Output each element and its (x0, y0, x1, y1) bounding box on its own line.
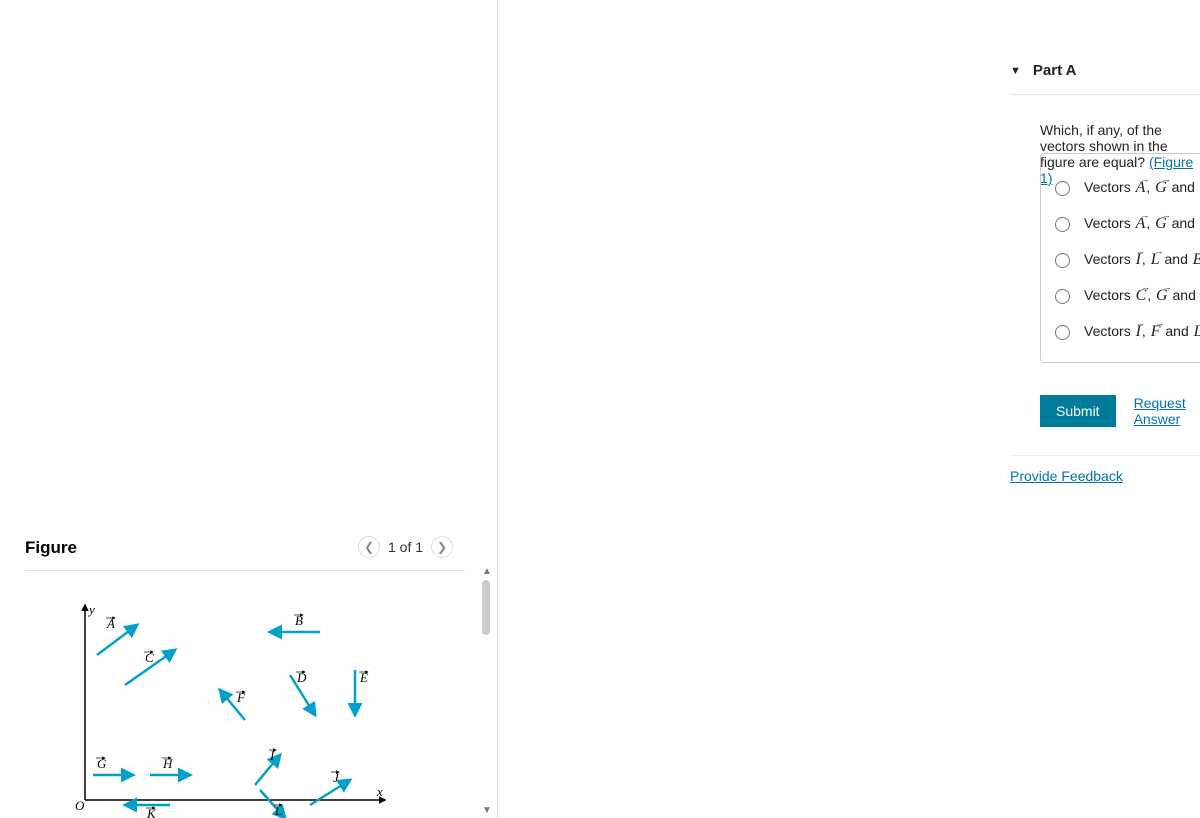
part-header[interactable]: ▼ Part A (1010, 62, 1200, 95)
svg-text:x: x (376, 784, 383, 799)
vector-label: I→ (1135, 251, 1142, 269)
option-text: Vectors A→, G→ and J→ are all equal to o… (1084, 215, 1200, 233)
vector-label: L→ (1150, 251, 1161, 269)
option-row[interactable]: Vectors A→, G→ and B→ are all equal to o… (1055, 170, 1200, 206)
submit-button[interactable]: Submit (1040, 395, 1116, 427)
panel-divider (497, 0, 498, 818)
part-title: Part A (1033, 62, 1077, 79)
option-radio[interactable] (1055, 253, 1070, 268)
vector-label: G→ (1154, 179, 1168, 197)
svg-text:y: y (87, 602, 95, 617)
option-row[interactable]: Vectors C→, G→ and J→ are all equal to o… (1055, 278, 1200, 314)
collapse-icon[interactable]: ▼ (1010, 65, 1021, 77)
option-row[interactable]: Vectors I→, L→ and E→ are all equal to o… (1055, 242, 1200, 278)
scroll-down-icon[interactable]: ▼ (481, 804, 493, 816)
vector-label: E→ (1192, 251, 1200, 269)
option-radio[interactable] (1055, 217, 1070, 232)
feedback-link-row: Provide Feedback (1010, 455, 1200, 484)
figure-pagination: ❮ 1 of 1 ❯ (358, 536, 453, 558)
option-row[interactable]: Vectors I→, F→ and L→ are all equal to o… (1055, 314, 1200, 350)
submit-row: Submit Request Answer (1040, 395, 1200, 427)
right-panel: ▼ Part A Which, if any, of the vectors s… (500, 0, 1200, 818)
option-radio[interactable] (1055, 325, 1070, 340)
provide-feedback-link[interactable]: Provide Feedback (1010, 468, 1123, 484)
figure-next-button[interactable]: ❯ (431, 536, 453, 558)
vector-label: G→ (1154, 215, 1168, 233)
svg-text:O: O (75, 798, 85, 813)
vector-label: C→ (1135, 287, 1148, 305)
options-box: Vectors A→, G→ and B→ are all equal to o… (1040, 153, 1200, 363)
option-text: Vectors I→, F→ and L→ are all equal to o… (1084, 323, 1200, 341)
option-radio[interactable] (1055, 289, 1070, 304)
figure-divider (25, 570, 465, 571)
option-row[interactable]: Vectors A→, G→ and J→ are all equal to o… (1055, 206, 1200, 242)
figure-page-indicator: 1 of 1 (386, 539, 425, 555)
left-panel: Figure ❮ 1 of 1 ❯ y x O A B C D (0, 0, 495, 818)
vector-label: G→ (1155, 287, 1169, 305)
request-answer-link[interactable]: Request Answer (1134, 395, 1200, 427)
vector-label: L→ (1193, 323, 1200, 341)
vector-label: A→ (1135, 179, 1147, 197)
option-text: Vectors A→, G→ and B→ are all equal to o… (1084, 179, 1200, 197)
option-text: Vectors I→, L→ and E→ are all equal to o… (1084, 251, 1200, 269)
scroll-up-icon[interactable]: ▲ (481, 565, 493, 577)
figure-diagram: y x O A B C D E F G H I J K (75, 600, 395, 818)
scroll-thumb[interactable] (482, 580, 490, 635)
vector-label: A→ (1135, 215, 1147, 233)
figure-prev-button[interactable]: ❮ (358, 536, 380, 558)
option-text: Vectors C→, G→ and J→ are all equal to o… (1084, 287, 1200, 305)
vector-label: F→ (1150, 323, 1162, 341)
vector-label: I→ (1135, 323, 1142, 341)
option-radio[interactable] (1055, 181, 1070, 196)
